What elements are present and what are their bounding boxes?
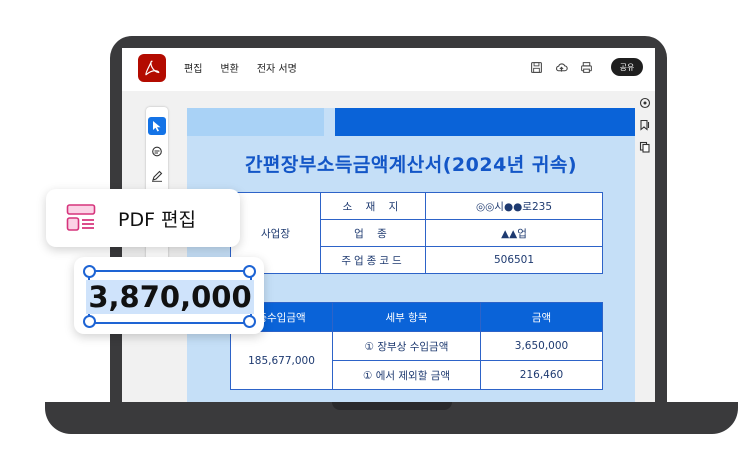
bookmark-icon[interactable] <box>639 119 651 131</box>
income-table: 총수입금액 세부 항목 금액 185,677,000 ① 장부상 수입금액 3,… <box>230 302 603 390</box>
edit-layout-icon <box>66 204 96 231</box>
menu-e-sign[interactable]: 전자 서명 <box>257 60 297 75</box>
laptop-notch <box>331 402 452 410</box>
document-title: 간편장부소득금액계산서(2024년 귀속) <box>244 154 578 176</box>
resize-handle-bottom-left[interactable] <box>83 315 96 328</box>
comment-icon[interactable] <box>148 143 166 161</box>
selected-number[interactable]: 3,870,000 <box>86 280 254 314</box>
resize-handle-bottom-right[interactable] <box>243 315 256 328</box>
field-label: 소 재 지 <box>320 192 426 220</box>
field-value[interactable]: ▲▲업 <box>425 219 603 247</box>
amount-value[interactable]: 216,460 <box>480 360 603 390</box>
business-info-table: 사업장 소 재 지 ◎◎시●●로235 업 종 ▲▲업 주업종코드 506501 <box>230 192 603 274</box>
total-income-value[interactable]: 185,677,000 <box>230 331 333 390</box>
toolbar-icons <box>530 61 593 74</box>
column-header: 세부 항목 <box>332 302 481 332</box>
field-value[interactable]: 506501 <box>425 246 603 274</box>
field-value[interactable]: ◎◎시●●로235 <box>425 192 603 220</box>
item-label: ① 에서 제외할 금액 <box>332 360 481 390</box>
pdf-edit-label: PDF 편집 <box>118 209 197 231</box>
right-rail <box>635 91 655 402</box>
amount-value[interactable]: 3,650,000 <box>480 331 603 361</box>
item-label: ① 장부상 수입금액 <box>332 331 481 361</box>
page-header-dark-bar <box>335 108 635 136</box>
top-toolbar: 편집 변환 전자 서명 공유 <box>122 48 655 91</box>
acrobat-logo-icon[interactable] <box>138 54 166 82</box>
share-button[interactable]: 공유 <box>611 58 643 76</box>
resize-handle-top-left[interactable] <box>83 265 96 278</box>
menu-edit[interactable]: 편집 <box>184 60 202 75</box>
field-label: 업 종 <box>320 219 426 247</box>
print-icon[interactable] <box>580 61 593 74</box>
text-selection-box[interactable]: 3,870,000 <box>86 270 254 324</box>
comment-panel-icon[interactable] <box>639 97 651 109</box>
copy-pages-icon[interactable] <box>639 141 651 153</box>
pdf-page: 간편장부소득금액계산서(2024년 귀속) 사업장 소 재 지 ◎◎시●●로23… <box>187 108 635 402</box>
table-header-row: 총수입금액 세부 항목 금액 <box>230 302 603 332</box>
table-row: 사업장 소 재 지 ◎◎시●●로235 <box>230 192 603 274</box>
field-label: 주업종코드 <box>320 246 426 274</box>
menu-convert[interactable]: 변환 <box>220 60 238 75</box>
cloud-upload-icon[interactable] <box>555 61 568 74</box>
laptop-base <box>45 402 738 434</box>
save-icon[interactable] <box>530 61 543 74</box>
table-row: 185,677,000 ① 장부상 수입금액 3,650,000 <box>230 331 603 390</box>
resize-handle-top-right[interactable] <box>243 265 256 278</box>
text-edit-card: 3,870,000 <box>74 257 264 334</box>
pdf-edit-card[interactable]: PDF 편집 <box>46 189 240 247</box>
main-menu: 편집 변환 전자 서명 <box>184 60 297 75</box>
page-header-light-bar <box>187 108 324 136</box>
select-cursor-icon[interactable] <box>148 117 166 135</box>
column-header: 금액 <box>480 302 603 332</box>
pen-icon[interactable] <box>148 167 166 185</box>
